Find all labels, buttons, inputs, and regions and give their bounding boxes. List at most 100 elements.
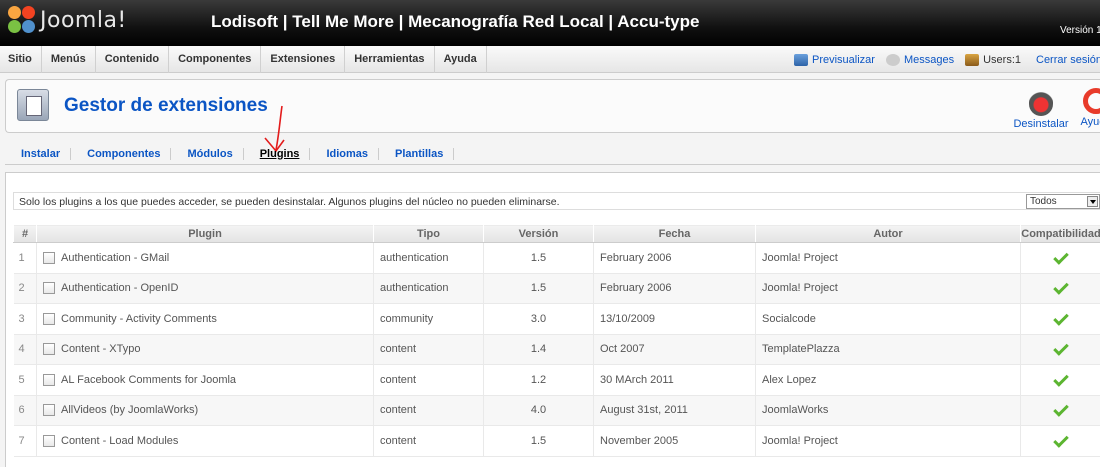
content-panel: Solo los plugins a los que puedes accede…: [5, 172, 1100, 467]
toolbar-box: Gestor de extensiones Desinstalar Ayuda: [5, 79, 1100, 133]
tipo-cell: content: [373, 334, 484, 365]
table-row: 4 Content - XTypo content 1.4 Oct 2007 T…: [13, 334, 1100, 365]
compat-cell: [1020, 425, 1100, 457]
table-row: 7 Content - Load Modules content 1.5 Nov…: [13, 425, 1100, 457]
menu-item-sitio[interactable]: Sitio: [0, 46, 42, 73]
preview-label[interactable]: Previsualizar: [812, 54, 875, 66]
logout-link[interactable]: Cerrar sesión: [1032, 54, 1100, 66]
logo-text: Joomla!: [40, 7, 127, 33]
compat-cell: [1020, 273, 1100, 304]
compat-cell: [1020, 364, 1100, 396]
menu-item-menus[interactable]: Menús: [42, 46, 96, 73]
row-number: 3: [13, 303, 37, 335]
help-button[interactable]: Ayuda: [1076, 88, 1100, 128]
joomla-logo[interactable]: Joomla!: [8, 5, 127, 35]
row-checkbox[interactable]: [43, 373, 55, 386]
plugin-cell: Authentication - OpenID: [36, 273, 374, 304]
uninstall-button[interactable]: Desinstalar: [1011, 88, 1071, 130]
plugins-table: # Plugin Tipo Versión Fecha Autor Compat…: [13, 224, 1100, 457]
menu-item-contenido[interactable]: Contenido: [96, 46, 170, 73]
version-cell: 4.0: [483, 395, 594, 426]
checkmark-icon: [1053, 340, 1069, 357]
messages-link[interactable]: Messages: [885, 53, 954, 66]
logout-label[interactable]: Cerrar sesión: [1036, 54, 1100, 66]
row-checkbox[interactable]: [43, 282, 55, 295]
menu-item-herramientas[interactable]: Herramientas: [345, 46, 435, 73]
tab-componentes[interactable]: Componentes: [71, 147, 172, 160]
plugin-cell: Community - Activity Comments: [36, 303, 374, 335]
menu-bar: Sitio Menús Contenido Componentes Extens…: [0, 46, 1100, 73]
row-number: 4: [13, 334, 37, 365]
plugin-manager-icon: [17, 89, 49, 121]
users-icon: [965, 53, 980, 66]
menu-item-ayuda[interactable]: Ayuda: [435, 46, 487, 73]
tipo-cell: content: [373, 364, 484, 396]
fecha-cell: 13/10/2009: [593, 303, 756, 335]
status-bar: Previsualizar Messages Users:1 Cerrar se…: [783, 46, 1100, 73]
row-checkbox[interactable]: [43, 404, 55, 417]
autor-cell: Joomla! Project: [755, 242, 1021, 274]
plugin-name: Authentication - OpenID: [61, 282, 179, 295]
messages-label[interactable]: Messages: [904, 54, 954, 66]
plugin-name: AllVideos (by JoomlaWorks): [61, 404, 199, 417]
menu-item-componentes[interactable]: Componentes: [169, 46, 262, 73]
tipo-cell: authentication: [373, 242, 484, 274]
row-checkbox[interactable]: [43, 251, 55, 264]
column-header-plugin[interactable]: Plugin: [36, 224, 374, 243]
row-number: 6: [13, 395, 37, 426]
checkmark-icon: [1053, 279, 1069, 296]
autor-cell: TemplatePlazza: [755, 334, 1021, 365]
tab-instalar[interactable]: Instalar: [5, 147, 72, 160]
column-header-number[interactable]: #: [13, 224, 37, 243]
preview-icon: [793, 53, 808, 66]
column-header-tipo[interactable]: Tipo: [373, 224, 484, 243]
plugin-cell: Content - Load Modules: [36, 425, 374, 457]
tipo-cell: content: [373, 425, 484, 457]
column-header-autor[interactable]: Autor: [755, 224, 1021, 243]
version-cell: 1.5: [483, 242, 594, 274]
table-header-row: # Plugin Tipo Versión Fecha Autor Compat…: [13, 224, 1100, 243]
checkmark-icon: [1053, 248, 1069, 265]
notice-row: Solo los plugins a los que puedes accede…: [13, 192, 1100, 210]
tipo-cell: content: [373, 395, 484, 426]
header-bar: Joomla! Lodisoft | Tell Me More | Mecano…: [0, 0, 1100, 46]
compat-cell: [1020, 395, 1100, 426]
tab-plugins[interactable]: Plugins: [244, 147, 311, 160]
checkmark-icon: [1053, 401, 1069, 418]
dropdown-arrow-icon[interactable]: [1087, 196, 1098, 207]
row-checkbox[interactable]: [43, 312, 55, 325]
help-label: Ayuda: [1080, 116, 1100, 128]
preview-link[interactable]: Previsualizar: [793, 53, 875, 66]
messages-icon: [885, 53, 900, 66]
row-number: 1: [13, 242, 37, 274]
joomla-logo-icon: [8, 6, 36, 34]
row-number: 2: [13, 273, 37, 304]
table-row: 2 Authentication - OpenID authentication…: [13, 273, 1100, 304]
tab-modulos[interactable]: Módulos: [171, 147, 244, 160]
fecha-cell: Oct 2007: [593, 334, 756, 365]
column-header-fecha[interactable]: Fecha: [593, 224, 756, 243]
menu-item-extensiones[interactable]: Extensiones: [261, 46, 346, 73]
version-cell: 1.4: [483, 334, 594, 365]
plugin-cell: AL Facebook Comments for Joomla: [36, 364, 374, 396]
checkmark-icon: [1053, 309, 1069, 326]
uninstall-notice: Solo los plugins a los que puedes accede…: [19, 196, 560, 208]
plugin-cell: Authentication - GMail: [36, 242, 374, 274]
tab-plantillas[interactable]: Plantillas: [379, 147, 455, 160]
checkmark-icon: [1053, 431, 1069, 448]
version-cell: 1.5: [483, 273, 594, 304]
users-label: Users:1: [983, 53, 1021, 66]
compat-cell: [1020, 242, 1100, 274]
trash-icon: [1029, 88, 1053, 116]
row-checkbox[interactable]: [43, 434, 55, 447]
table-row: 3 Community - Activity Comments communit…: [13, 303, 1100, 335]
compat-cell: [1020, 334, 1100, 365]
table-row: 5 AL Facebook Comments for Joomla conten…: [13, 364, 1100, 396]
column-header-version[interactable]: Versión: [483, 224, 594, 243]
row-checkbox[interactable]: [43, 343, 55, 356]
page-title: Gestor de extensiones: [64, 95, 268, 116]
column-header-compatibilidad[interactable]: Compatibilidad: [1020, 224, 1100, 243]
type-filter-select[interactable]: Todos: [1026, 194, 1100, 209]
tab-idiomas[interactable]: Idiomas: [310, 147, 380, 160]
autor-cell: Alex Lopez: [755, 364, 1021, 396]
